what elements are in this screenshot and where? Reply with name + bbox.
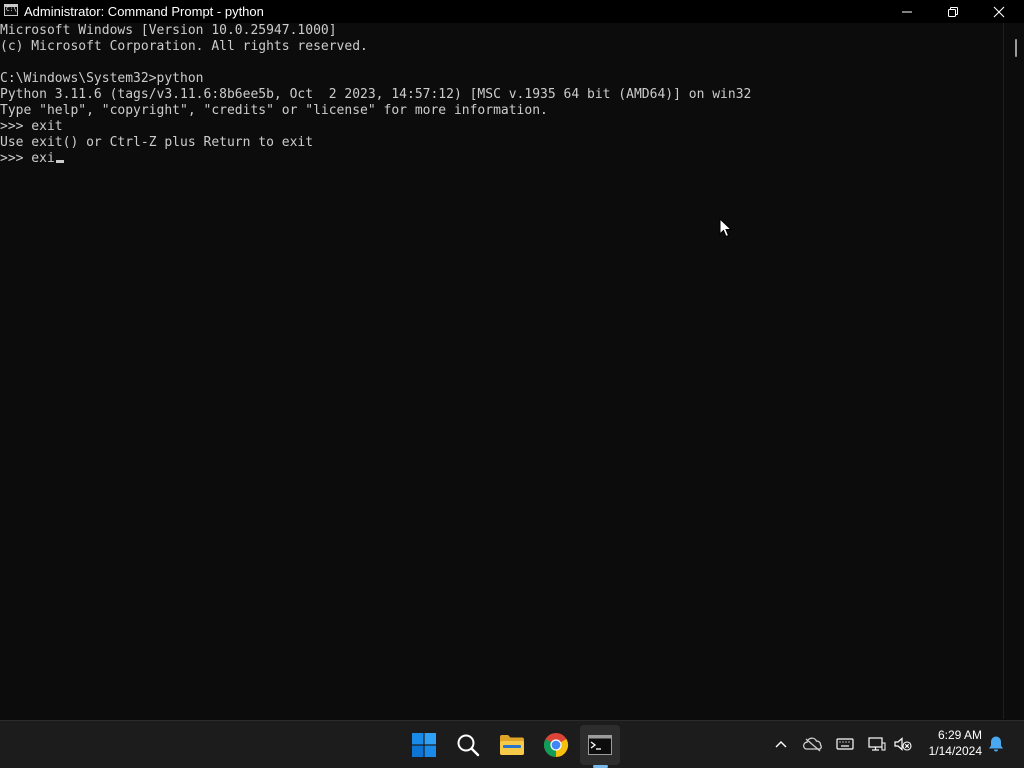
clock-time[interactable]: 6:29 AM (920, 728, 982, 743)
close-icon (993, 6, 1005, 18)
bell-icon[interactable] (986, 734, 1006, 754)
console-input-line[interactable]: >>> exi (0, 151, 55, 167)
console-output[interactable]: Microsoft Windows [Version 10.0.25947.10… (0, 23, 1006, 719)
file-explorer-button[interactable] (492, 725, 532, 765)
windows-logo-icon (412, 733, 436, 757)
mouse-pointer-icon (719, 218, 733, 238)
folder-icon (500, 735, 524, 755)
window-title: Administrator: Command Prompt - python (24, 4, 264, 19)
restore-icon (948, 7, 958, 17)
console-line: Python 3.11.6 (tags/v3.11.6:8b6ee5b, Oct… (0, 87, 752, 102)
chrome-icon (543, 733, 569, 757)
terminal-icon (588, 735, 612, 755)
console-line: (c) Microsoft Corporation. All rights re… (0, 39, 368, 54)
onedrive-icon[interactable] (803, 734, 823, 754)
console-line: Type "help", "copyright", "credits" or "… (0, 103, 548, 118)
scrollbar-divider (1003, 23, 1004, 719)
search-button[interactable] (448, 725, 488, 765)
console-line: >>> exit (0, 119, 63, 134)
chevron-up-icon[interactable] (771, 734, 791, 754)
app-icon-text: C:\_ (6, 6, 17, 13)
minimize-button[interactable] (884, 0, 930, 23)
command-prompt-app-icon[interactable]: C:\_ (4, 4, 18, 16)
chrome-button[interactable] (536, 725, 576, 765)
close-button[interactable] (976, 0, 1022, 23)
title-bar[interactable]: C:\_ Administrator: Command Prompt - pyt… (0, 0, 1024, 23)
vertical-scrollbar[interactable] (1006, 23, 1024, 719)
command-prompt-taskbar-button[interactable] (580, 725, 620, 765)
clock-date[interactable]: 1/14/2024 (912, 744, 982, 759)
console-line: Use exit() or Ctrl-Z plus Return to exit (0, 135, 314, 150)
volume-muted-icon[interactable] (893, 734, 913, 754)
start-button[interactable] (404, 725, 444, 765)
desktop-screen: C:\_ Administrator: Command Prompt - pyt… (0, 0, 1024, 768)
console-line: Microsoft Windows [Version 10.0.25947.10… (0, 23, 337, 38)
console-line: C:\Windows\System32>python (0, 71, 204, 86)
restore-button[interactable] (930, 0, 976, 23)
minimize-icon (902, 11, 912, 13)
text-cursor (56, 160, 64, 163)
network-icon[interactable] (867, 734, 887, 754)
keyboard-icon[interactable] (835, 734, 855, 754)
scrollbar-thumb[interactable] (1015, 39, 1017, 57)
search-icon (457, 734, 480, 757)
